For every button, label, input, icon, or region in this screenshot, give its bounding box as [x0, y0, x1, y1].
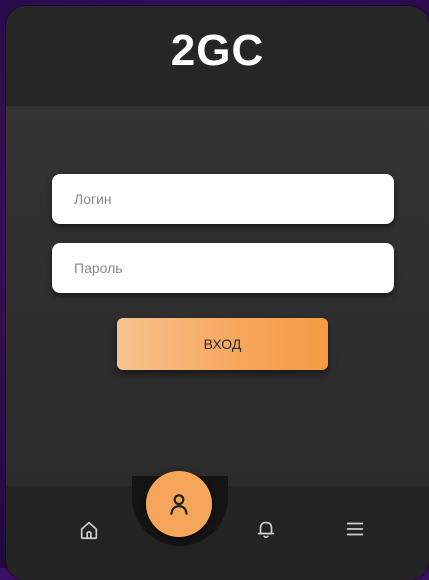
app-header: 2GC: [6, 6, 429, 106]
password-field[interactable]: Пароль: [52, 243, 394, 293]
login-placeholder: Логин: [74, 191, 112, 207]
menu-icon: [346, 522, 364, 536]
nav-notifications[interactable]: [251, 514, 281, 544]
bell-icon: [257, 521, 275, 539]
login-panel: [6, 106, 429, 486]
password-placeholder: Пароль: [74, 260, 123, 276]
nav-menu[interactable]: [340, 514, 370, 544]
nav-profile[interactable]: [146, 471, 212, 537]
app-window: 2GC Логин Пароль ВХОД: [6, 6, 429, 580]
nav-home[interactable]: [74, 515, 104, 545]
login-field[interactable]: Логин: [52, 174, 394, 224]
app-title: 2GC: [170, 26, 265, 75]
login-button[interactable]: ВХОД: [117, 318, 328, 370]
user-icon: [170, 494, 188, 515]
home-icon: [80, 521, 98, 540]
login-button-label: ВХОД: [203, 336, 242, 352]
